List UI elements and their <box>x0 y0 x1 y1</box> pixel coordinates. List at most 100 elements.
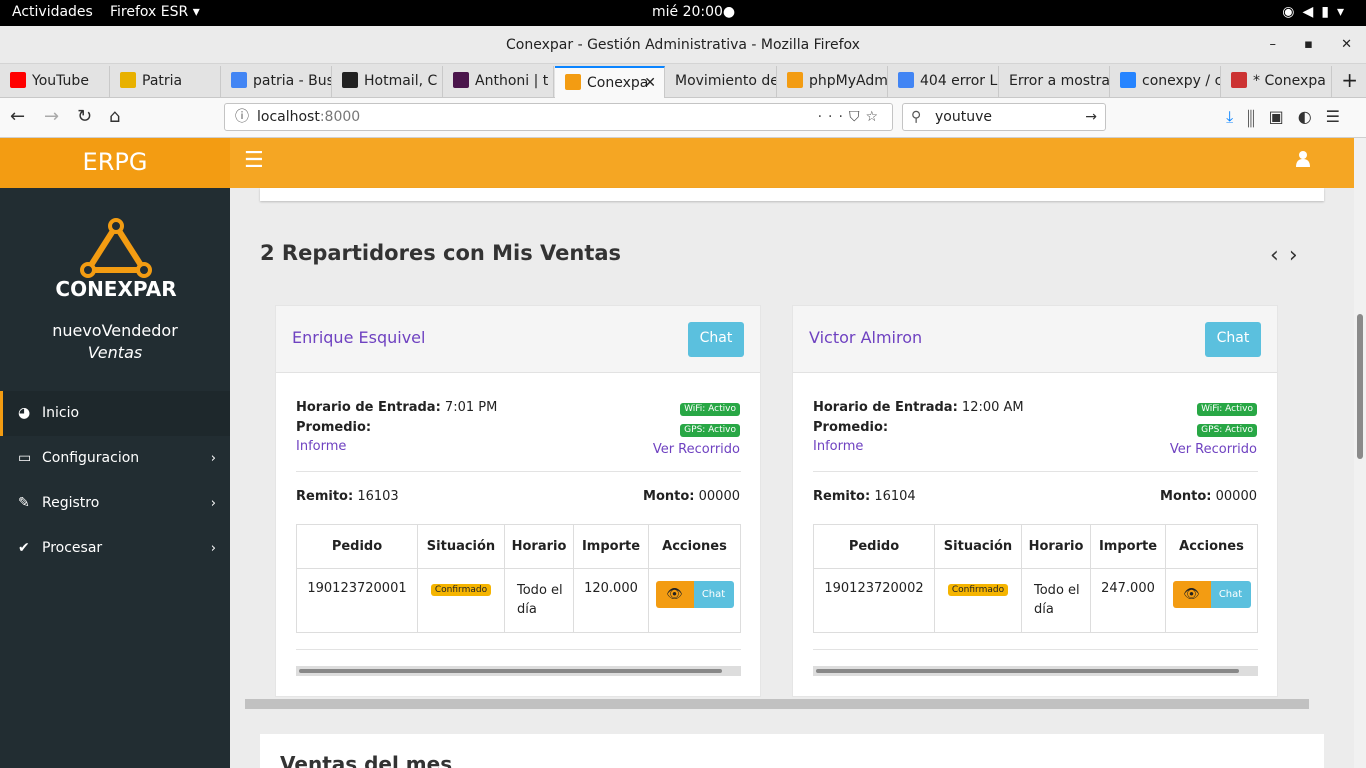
tab-conexpar-active[interactable]: Conexpa ✕ <box>555 66 665 98</box>
horario-cell: Todo el día <box>1021 568 1091 633</box>
row-chat-button[interactable]: Chat <box>1210 581 1251 608</box>
repartidor-name[interactable]: Victor Almiron <box>809 328 922 347</box>
table-horizontal-scrollbar[interactable] <box>296 666 741 676</box>
tab-youtube[interactable]: YouTube <box>0 66 110 97</box>
maximize-icon[interactable]: ▪ <box>1304 37 1313 52</box>
search-icon: ⚲ <box>911 109 922 125</box>
tab-error-mostrar[interactable]: Error a mostra <box>999 66 1110 97</box>
url-host: localhost <box>257 109 320 125</box>
reload-icon[interactable]: ↻ <box>77 106 92 127</box>
minimize-icon[interactable]: – <box>1270 37 1277 52</box>
informe-link[interactable]: Informe <box>296 437 497 457</box>
tab-anthoni[interactable]: Anthoni | t <box>443 66 554 97</box>
scrollbar-thumb[interactable] <box>1357 314 1363 459</box>
wifi-badge: WiFi: Activo <box>680 403 740 416</box>
tab-hotmail[interactable]: Hotmail, C <box>332 66 443 97</box>
divider <box>296 649 741 650</box>
row-chat-button[interactable]: Chat <box>693 581 734 608</box>
divider <box>813 649 1258 650</box>
navigation-bar: ← → ↻ ⌂ ⓘ localhost:8000 ···⛉☆ ⚲ youtuve… <box>0 98 1366 138</box>
chevron-right-icon: › <box>210 451 216 466</box>
user-icon[interactable] <box>1296 150 1310 168</box>
phpmyadmin-favicon-icon <box>787 72 803 88</box>
pedido-cell: 190123720002 <box>813 568 935 633</box>
home-icon[interactable]: ⌂ <box>109 106 120 127</box>
activities-button[interactable]: Actividades <box>12 4 93 20</box>
system-tray-icons[interactable]: ◉◀▮▾ <box>1282 4 1352 20</box>
view-eye-button[interactable]: 👁 <box>655 581 694 608</box>
page-actions-icons[interactable]: ···⛉☆ <box>818 104 884 130</box>
check-icon: ✔ <box>18 540 30 556</box>
new-tab-icon[interactable]: + <box>1341 68 1358 92</box>
tab-patria[interactable]: Patria <box>110 66 221 97</box>
card-status: WiFi: Activo GPS: Activo Ver Recorrido <box>653 400 740 457</box>
close-icon[interactable]: ✕ <box>1341 37 1352 52</box>
sidebar: ERPG CONEXPAR nuevoVendedor Ventas ◕ Inic… <box>0 138 230 768</box>
forward-icon[interactable]: → <box>44 106 59 127</box>
gps-badge: GPS: Activo <box>1197 424 1257 437</box>
google-favicon-icon <box>231 72 247 88</box>
repartidor-name[interactable]: Enrique Esquivel <box>292 328 425 347</box>
importe-cell: 120.000 <box>573 568 649 633</box>
tab-conexpy[interactable]: conexpy / c <box>1110 66 1221 97</box>
promedio-label: Promedio: <box>813 419 889 435</box>
search-input[interactable]: ⚲ youtuve → <box>902 103 1106 131</box>
search-text: youtuve <box>935 109 992 125</box>
toolbar-icons[interactable]: ⤓⫼▣◐☰ <box>1226 107 1354 127</box>
scrollbar-thumb[interactable] <box>816 669 1239 673</box>
hamburger-menu-icon[interactable]: ☰ <box>244 148 264 173</box>
entrada-value: 12:00 AM <box>961 400 1024 415</box>
entrada-value: 7:01 PM <box>444 400 498 415</box>
tab-conexpar-2[interactable]: * Conexpa <box>1221 66 1332 97</box>
informe-link[interactable]: Informe <box>813 437 1024 457</box>
confirmado-badge: Confirmado <box>430 584 492 596</box>
window-titlebar: Conexpar - Gestión Administrativa - Mozi… <box>0 26 1366 64</box>
back-icon[interactable]: ← <box>10 106 25 127</box>
dashboard-icon: ◕ <box>18 405 31 421</box>
scrollbar-thumb[interactable] <box>299 669 722 673</box>
chat-button[interactable]: Chat <box>1205 322 1261 357</box>
card-info: Horario de Entrada: 7:01 PM Promedio: In… <box>296 398 497 457</box>
info-icon[interactable]: ⓘ <box>235 104 249 130</box>
card-header: Enrique Esquivel Chat <box>276 306 760 373</box>
tab-movimiento[interactable]: Movimiento de <box>665 66 777 97</box>
table-row: 190123720002 Confirmado Todo el día 247.… <box>813 568 1258 633</box>
column-header: Situación <box>934 524 1022 569</box>
table-horizontal-scrollbar[interactable] <box>813 666 1258 676</box>
close-tab-icon[interactable]: ✕ <box>644 68 656 98</box>
search-go-icon[interactable]: → <box>1085 104 1097 130</box>
ventas-title: Ventas del mes <box>280 752 453 768</box>
app-menu[interactable]: Firefox ESR ▾ <box>110 4 200 20</box>
acciones-cell: 👁 Chat <box>648 568 741 633</box>
carousel-horizontal-scrollbar[interactable] <box>245 699 1309 709</box>
sidebar-item-inicio[interactable]: ◕ Inicio <box>0 391 230 436</box>
chevron-right-icon[interactable]: › <box>1289 243 1308 268</box>
conexpar-logo: CONEXPAR <box>55 218 177 300</box>
card-info: Horario de Entrada: 12:00 AM Promedio: I… <box>813 398 1024 457</box>
ver-recorrido-link[interactable]: Ver Recorrido <box>653 442 740 457</box>
ver-recorrido-link[interactable]: Ver Recorrido <box>1170 442 1257 457</box>
sidebar-item-configuracion[interactable]: ▭ Configuracion › <box>0 436 230 481</box>
conexpar-favicon-icon <box>565 74 581 90</box>
laptop-icon: ▭ <box>18 450 32 466</box>
sidebar-item-procesar[interactable]: ✔ Procesar › <box>0 526 230 571</box>
clock[interactable]: mié 20:00● <box>652 4 735 20</box>
pedido-cell: 190123720001 <box>296 568 418 633</box>
page-scrollbar[interactable] <box>1354 138 1366 768</box>
chevron-left-icon[interactable]: ‹ <box>1270 243 1289 268</box>
url-bar[interactable]: ⓘ localhost:8000 ···⛉☆ <box>224 103 893 131</box>
view-eye-button[interactable]: 👁 <box>1172 581 1211 608</box>
url-port: :8000 <box>319 109 361 125</box>
username: nuevoVendedor <box>52 321 178 340</box>
brand[interactable]: ERPG <box>0 138 230 188</box>
column-header: Horario <box>1021 524 1091 569</box>
column-header: Situación <box>417 524 505 569</box>
chevron-right-icon: › <box>210 541 216 556</box>
chat-button[interactable]: Chat <box>688 322 744 357</box>
tab-google-patria[interactable]: patria - Bus <box>221 66 332 97</box>
monto: Monto: 00000 <box>643 489 740 504</box>
tab-phpmyadmin[interactable]: phpMyAdm <box>777 66 888 97</box>
sidebar-item-registro[interactable]: ✎ Registro › <box>0 481 230 526</box>
tab-404-error[interactable]: 404 error L <box>888 66 999 97</box>
divider <box>296 471 741 472</box>
